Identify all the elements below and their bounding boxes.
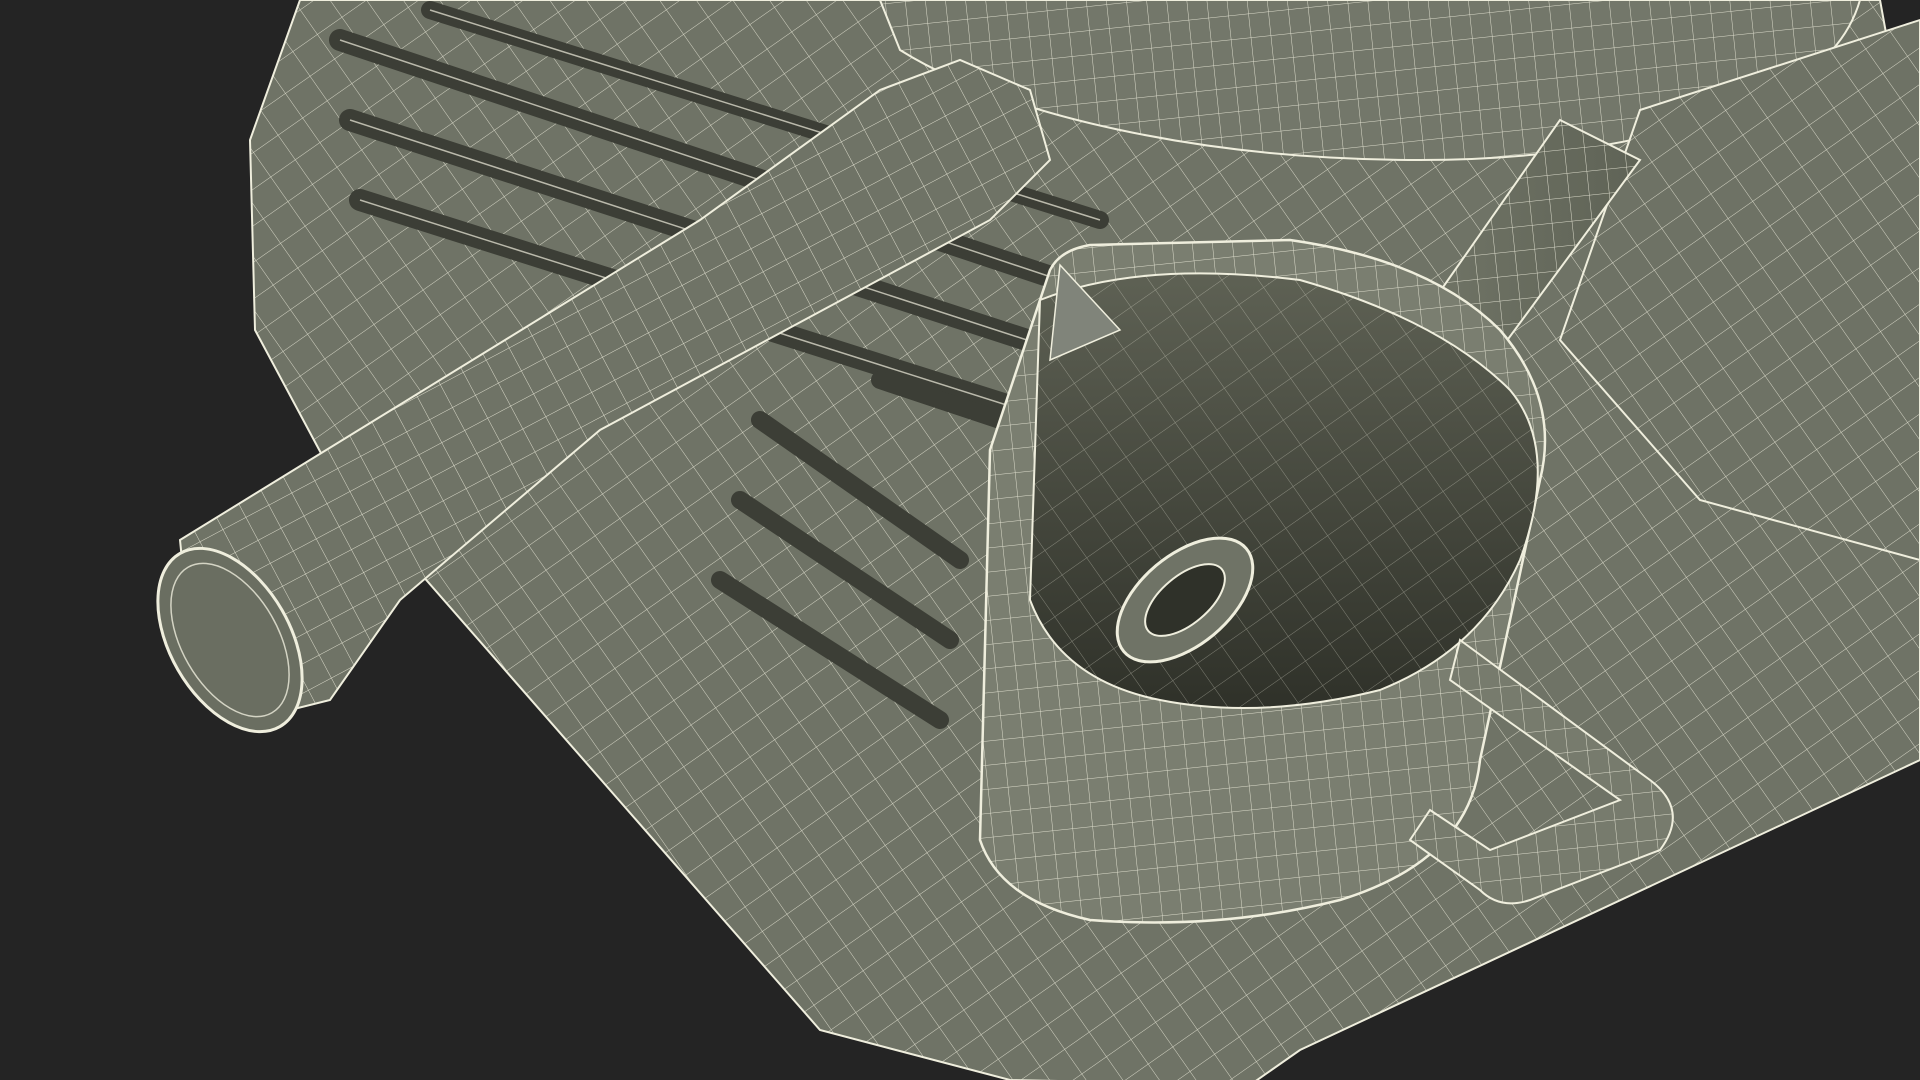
- milk-pitcher: [978, 238, 1547, 924]
- wireframe-render-viewport: [0, 0, 1920, 1080]
- wireframe-scene-svg: [156, 0, 1920, 1080]
